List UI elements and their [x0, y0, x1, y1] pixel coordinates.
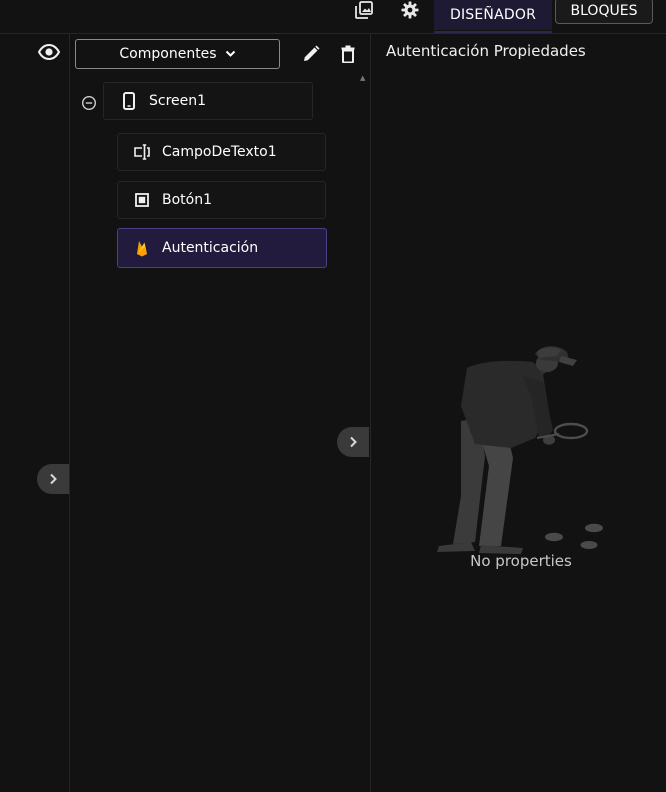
phone-icon: [120, 92, 138, 110]
tab-blocks[interactable]: BLOQUES: [555, 0, 653, 24]
tab-designer[interactable]: DISEÑADOR: [434, 0, 552, 30]
tree-item-screen1[interactable]: Screen1: [103, 82, 313, 120]
properties-title: Autenticación Propiedades: [386, 42, 586, 60]
tree-item-textbox[interactable]: CampoDeTexto1: [117, 133, 326, 171]
tree-item-authentication[interactable]: Autenticación: [117, 228, 327, 268]
components-dropdown[interactable]: Componentes: [75, 39, 280, 69]
components-panel: Componentes ▲ Screen1 CampoDeTexto1 Botó…: [70, 34, 371, 792]
trash-icon[interactable]: [338, 43, 358, 65]
properties-panel: Autenticación Propiedades No properties: [371, 34, 666, 792]
chevron-down-icon: [225, 50, 236, 58]
tree-item-label: CampoDeTexto1: [162, 144, 277, 160]
chevron-right-icon: [48, 473, 58, 485]
chevron-right-icon: [348, 436, 358, 448]
tree-item-label: Autenticación: [162, 240, 259, 256]
left-panel: [0, 34, 70, 792]
gear-icon[interactable]: [396, 0, 424, 20]
tab-designer-label: DISEÑADOR: [449, 7, 537, 23]
components-dropdown-label: Componentes: [119, 46, 217, 62]
collapse-tree-icon[interactable]: [81, 95, 97, 111]
gallery-icon[interactable]: [350, 0, 378, 20]
textbox-icon: [133, 143, 151, 161]
collapse-components-panel-button[interactable]: [337, 427, 369, 457]
firebase-icon: [133, 239, 151, 257]
expand-left-panel-button[interactable]: [37, 464, 69, 494]
scroll-up-arrow[interactable]: ▲: [360, 74, 368, 82]
empty-state-text: No properties: [470, 552, 572, 570]
empty-state-illustration: [431, 346, 611, 556]
pencil-icon[interactable]: [300, 43, 322, 65]
tree-item-label: Botón1: [162, 192, 213, 208]
tree-item-button[interactable]: Botón1: [117, 181, 326, 219]
tree-item-label: Screen1: [149, 93, 207, 109]
top-bar: DISEÑADOR BLOQUES: [0, 0, 666, 33]
button-icon: [133, 191, 151, 209]
eye-icon[interactable]: [36, 42, 62, 62]
tab-blocks-label: BLOQUES: [570, 3, 638, 19]
